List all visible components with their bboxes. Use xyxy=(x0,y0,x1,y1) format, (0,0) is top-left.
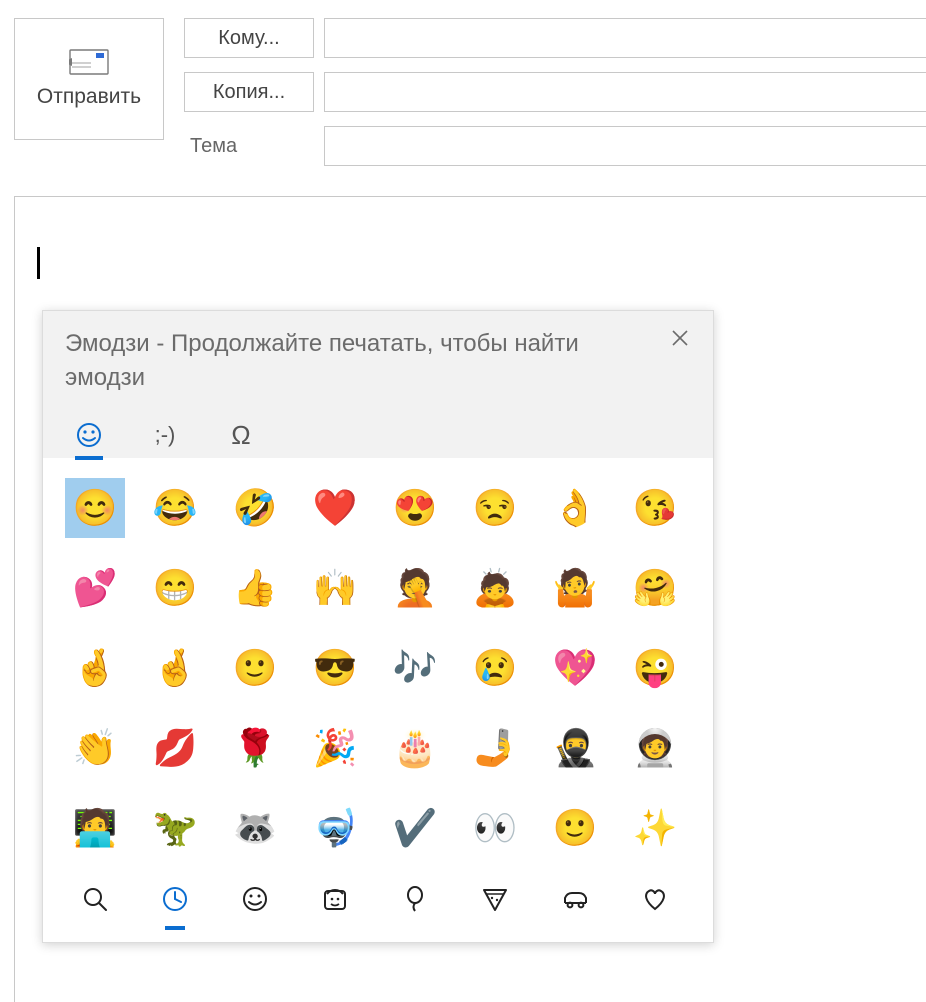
emoji-check-mark[interactable]: ✔️ xyxy=(385,798,445,858)
close-button[interactable] xyxy=(665,325,695,355)
smiley-icon xyxy=(76,422,102,448)
emoji-hugging-face[interactable]: 🤗 xyxy=(625,558,685,618)
cc-button[interactable]: Копия... xyxy=(184,72,314,112)
emoji-grid: 😊 😂 🤣 ❤️ 😍 😒 👌 😘 💕 😁 👍 🙌 🤦 🙇 🤷 🤗 🤞 🤞 🙂 😎 🎶 😢 💖 😜 👏 💋 🌹 🎉 🎂 🤳 🥷 🧑‍🚀 🧑‍💻 🦖 🦝… xyxy=(43,458,713,868)
emoji-birthday-cake[interactable]: 🎂 xyxy=(385,718,445,778)
emoji-selfie[interactable]: 🤳 xyxy=(465,718,525,778)
emoji-face-tears-joy[interactable]: 😂 xyxy=(145,478,205,538)
emoji-technologist[interactable]: 🧑‍💻 xyxy=(65,798,125,858)
cc-input[interactable] xyxy=(324,72,926,112)
emoji-crossed-fingers[interactable]: 🤞 xyxy=(65,638,125,698)
send-label: Отправить xyxy=(37,85,141,109)
clock-icon xyxy=(160,884,190,914)
emoji-person-facepalming[interactable]: 🤦 xyxy=(385,558,445,618)
tab-kaomoji[interactable]: ;-) xyxy=(145,412,185,458)
emoji-sparkles[interactable]: ✨ xyxy=(625,798,685,858)
emoji-unamused-face[interactable]: 😒 xyxy=(465,478,525,538)
emoji-clapping-hands[interactable]: 👏 xyxy=(65,718,125,778)
balloon-icon xyxy=(400,884,430,914)
category-search[interactable] xyxy=(65,874,125,924)
search-icon xyxy=(80,884,110,914)
emoji-panel-header: Эмодзи - Продолжайте печатать, чтобы най… xyxy=(43,311,713,458)
pizza-icon xyxy=(480,884,510,914)
envelope-icon xyxy=(69,49,109,75)
category-food[interactable] xyxy=(465,874,525,924)
close-icon xyxy=(671,329,689,347)
category-people[interactable] xyxy=(305,874,365,924)
tab-symbols[interactable]: Ω xyxy=(221,412,261,458)
subject-input[interactable] xyxy=(324,126,926,166)
emoji-raccoon[interactable]: 🦝 xyxy=(225,798,285,858)
emoji-person-shrugging[interactable]: 🤷 xyxy=(545,558,605,618)
category-recent[interactable] xyxy=(145,874,205,924)
car-icon xyxy=(560,884,590,914)
emoji-ok-hand[interactable]: 👌 xyxy=(545,478,605,538)
category-hearts[interactable] xyxy=(625,874,685,924)
smiley-outline-icon xyxy=(240,884,270,914)
text-cursor xyxy=(37,247,40,279)
emoji-eyes[interactable]: 👀 xyxy=(465,798,525,858)
emoji-panel-title: Эмодзи - Продолжайте печатать, чтобы най… xyxy=(65,327,605,394)
emoji-musical-notes[interactable]: 🎶 xyxy=(385,638,445,698)
emoji-slightly-smiling-face[interactable]: 🙂 xyxy=(225,638,285,698)
emoji-kiss-mark[interactable]: 💋 xyxy=(145,718,205,778)
emoji-rolling-on-floor-laughing[interactable]: 🤣 xyxy=(225,478,285,538)
emoji-scuba-diver[interactable]: 🤿 xyxy=(305,798,365,858)
category-smileys[interactable] xyxy=(225,874,285,924)
emoji-t-rex[interactable]: 🦖 xyxy=(145,798,205,858)
person-icon xyxy=(320,884,350,914)
to-button[interactable]: Кому... xyxy=(184,18,314,58)
emoji-rose[interactable]: 🌹 xyxy=(225,718,285,778)
emoji-crying-face[interactable]: 😢 xyxy=(465,638,525,698)
emoji-sparkling-heart[interactable]: 💖 xyxy=(545,638,605,698)
emoji-smiling-face-blush[interactable]: 😊 xyxy=(65,478,125,538)
emoji-ninja[interactable]: 🥷 xyxy=(545,718,605,778)
emoji-winking-face-tongue[interactable]: 😜 xyxy=(625,638,685,698)
emoji-smiling-face-heart-eyes[interactable]: 😍 xyxy=(385,478,445,538)
emoji-face-blowing-kiss[interactable]: 😘 xyxy=(625,478,685,538)
address-fields: Кому... Копия... Тема xyxy=(184,18,926,180)
emoji-smiling-face-sunglasses[interactable]: 😎 xyxy=(305,638,365,698)
emoji-party-popper[interactable]: 🎉 xyxy=(305,718,365,778)
emoji-categories xyxy=(43,868,713,942)
tab-emoji[interactable] xyxy=(69,412,109,458)
emoji-red-heart[interactable]: ❤️ xyxy=(305,478,365,538)
emoji-astronaut[interactable]: 🧑‍🚀 xyxy=(625,718,685,778)
heart-icon xyxy=(640,884,670,914)
emoji-person-bowing[interactable]: 🙇 xyxy=(465,558,525,618)
emoji-thumbs-up[interactable]: 👍 xyxy=(225,558,285,618)
emoji-two-hearts[interactable]: 💕 xyxy=(65,558,125,618)
subject-label: Тема xyxy=(184,135,314,158)
emoji-panel: Эмодзи - Продолжайте печатать, чтобы най… xyxy=(42,310,714,943)
category-transport[interactable] xyxy=(545,874,605,924)
emoji-crossed-fingers-alt[interactable]: 🤞 xyxy=(145,638,205,698)
send-button[interactable]: Отправить xyxy=(14,18,164,140)
emoji-slightly-smiling-face-2[interactable]: 🙂 xyxy=(545,798,605,858)
compose-header: Отправить Кому... Копия... Тема xyxy=(14,18,926,180)
to-input[interactable] xyxy=(324,18,926,58)
category-celebration[interactable] xyxy=(385,874,445,924)
emoji-beaming-face[interactable]: 😁 xyxy=(145,558,205,618)
emoji-panel-tabs: ;-) Ω xyxy=(65,394,691,458)
emoji-raising-hands[interactable]: 🙌 xyxy=(305,558,365,618)
